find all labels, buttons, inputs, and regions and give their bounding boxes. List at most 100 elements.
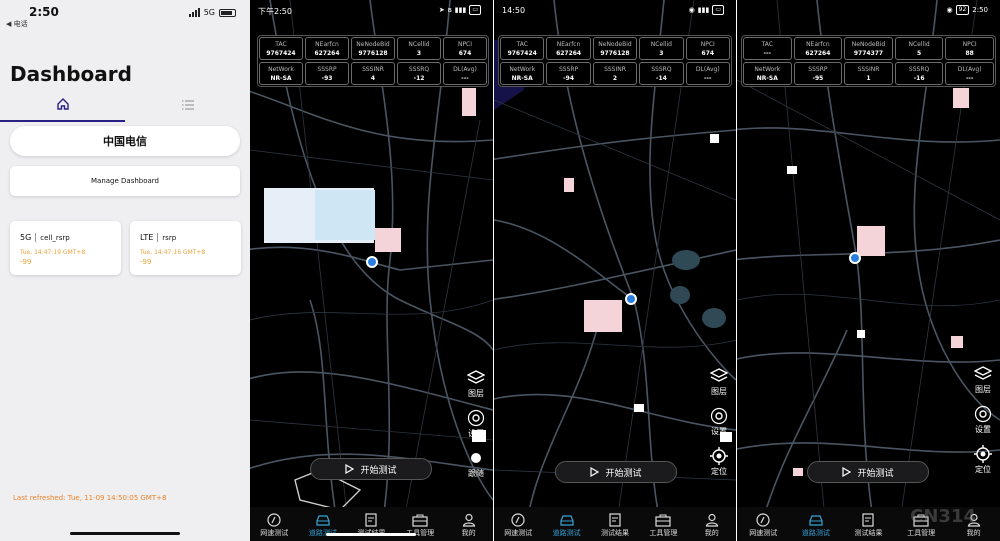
status-bar: 2:50 ◀ 电话 5G bbox=[0, 0, 250, 30]
nav-my[interactable]: 我的 bbox=[689, 513, 734, 538]
status-time: 2:50 bbox=[29, 5, 59, 19]
layers-icon bbox=[467, 370, 485, 384]
cell-info-grid: TAC --- NEarfcn 627264 NeNodeBid 9774377 NC… bbox=[741, 35, 996, 87]
map-tools: 图层 设置 定位 bbox=[973, 364, 993, 484]
layers-button[interactable]: 图层 bbox=[466, 368, 486, 399]
speed-icon bbox=[756, 513, 770, 527]
location-icon: ◉ bbox=[688, 6, 695, 14]
nav-road-test[interactable]: 道路测试 bbox=[793, 513, 838, 538]
cell-info-item: SSSINR 2 bbox=[592, 62, 638, 85]
start-test-button[interactable]: 开始测试 bbox=[555, 461, 677, 483]
checklist-icon bbox=[609, 513, 621, 527]
cell-info-item: DL(Avg) --- bbox=[443, 62, 487, 85]
battery-icon bbox=[219, 8, 236, 17]
user-icon bbox=[705, 513, 718, 527]
layers-icon bbox=[974, 366, 992, 380]
cell-info-item: NeNodeBid 9774377 bbox=[844, 37, 893, 60]
nav-tool-management[interactable]: 工具管理 bbox=[641, 513, 686, 538]
cell-info-item: SSSINR 4 bbox=[351, 62, 395, 85]
nav-road-test[interactable]: 道路测试 bbox=[544, 513, 589, 538]
last-refreshed: Last refreshed: Tue, 11-09 14:50:05 GMT+… bbox=[13, 494, 167, 502]
home-indicator bbox=[326, 533, 416, 536]
watermark: CN314 bbox=[910, 506, 976, 527]
play-icon bbox=[842, 467, 852, 477]
dashboard-tabs bbox=[0, 88, 250, 124]
settings-button[interactable]: 设置 bbox=[973, 404, 993, 435]
user-icon bbox=[462, 513, 475, 527]
cell-info-item: SSSRP -95 bbox=[793, 62, 843, 85]
cell-info-item: NetWork NR-SA bbox=[500, 62, 545, 85]
current-location-marker bbox=[849, 252, 861, 264]
play-icon bbox=[345, 464, 355, 474]
tab-list[interactable] bbox=[125, 88, 250, 122]
status-bar: 14:50 ◉ ▮▮▮ ▭ bbox=[494, 0, 736, 20]
cell-info-item: NEarfcn 627264 bbox=[305, 37, 349, 60]
nav-test-results[interactable]: 测试结果 bbox=[592, 513, 637, 538]
nav-speed-test[interactable]: 网速测试 bbox=[252, 513, 297, 538]
bluetooth-icon: ʙ bbox=[447, 6, 452, 14]
signal-icon bbox=[188, 8, 200, 17]
page-title: Dashboard bbox=[10, 62, 132, 86]
metric-card-5g[interactable]: 5G cell_rsrp Tue, 14:47:19 GMT+8 -99 bbox=[10, 221, 121, 275]
layers-button[interactable]: 图层 bbox=[973, 364, 993, 395]
card-metric: cell_rsrp bbox=[40, 233, 70, 242]
car-icon bbox=[809, 515, 823, 526]
card-metric: rsrp bbox=[162, 233, 177, 242]
cell-info-item: NCellid 5 bbox=[894, 37, 944, 60]
tab-home[interactable] bbox=[0, 88, 125, 122]
start-test-button[interactable]: 开始测试 bbox=[807, 461, 929, 483]
network-type: 5G bbox=[203, 8, 215, 17]
start-test-button[interactable]: 开始测试 bbox=[310, 458, 432, 480]
locate-button[interactable]: 定位 bbox=[709, 446, 729, 477]
settings-button[interactable]: 设置 bbox=[466, 408, 486, 439]
location-icon: ◉ bbox=[946, 6, 953, 14]
nav-speed-test[interactable]: 网速测试 bbox=[741, 513, 786, 538]
cell-info-item: NCellid 3 bbox=[639, 37, 684, 60]
card-value: -99 bbox=[140, 258, 152, 266]
follow-button[interactable]: 跟随 bbox=[466, 448, 486, 479]
map-screen-1: 下午2:50 ➤ ʙ ▮▮▮ ▭ TAC 9767424 NEarfcn 627264 N… bbox=[250, 0, 493, 541]
cell-info-item: NetWork NR-SA bbox=[259, 62, 303, 85]
cell-info-item: SSSRP -94 bbox=[546, 62, 591, 85]
cell-info-item: NEarfcn 627264 bbox=[793, 37, 843, 60]
gear-icon bbox=[974, 405, 992, 423]
speed-icon bbox=[511, 513, 525, 527]
locate-button[interactable]: 定位 bbox=[973, 444, 993, 475]
metric-card-lte[interactable]: LTE rsrp Tue, 14:47:16 GMT+8 -99 bbox=[130, 221, 241, 275]
cell-info-item: DL(Avg) --- bbox=[685, 62, 730, 85]
nav-test-results[interactable]: 测试结果 bbox=[846, 513, 891, 538]
card-tech: LTE bbox=[140, 233, 154, 242]
toolbox-icon bbox=[412, 514, 428, 527]
cell-info-item: TAC 9767424 bbox=[500, 37, 545, 60]
location-icon: ➤ bbox=[438, 6, 445, 14]
cell-info-item: SSSRP -93 bbox=[305, 62, 349, 85]
bottom-nav: 网速测试 道路测试 测试结果 工具管理 我的 bbox=[494, 507, 736, 541]
carrier-selector[interactable]: 中国电信 bbox=[10, 126, 240, 156]
manage-dashboard-button[interactable]: Manage Dashboard bbox=[10, 166, 240, 196]
card-tech: 5G bbox=[20, 233, 32, 242]
back-to-phone-link[interactable]: ◀ 电话 bbox=[6, 19, 28, 29]
signal-icon: ▮▮▮ bbox=[697, 6, 710, 14]
checklist-icon bbox=[862, 513, 875, 527]
crosshair-icon bbox=[710, 447, 728, 465]
layers-button[interactable]: 图层 bbox=[709, 366, 729, 397]
list-icon bbox=[181, 100, 194, 110]
current-location-marker bbox=[625, 293, 637, 305]
cell-info-item: SSSRQ -12 bbox=[397, 62, 441, 85]
cell-info-item: SSSRQ -14 bbox=[639, 62, 684, 85]
cell-info-item: TAC --- bbox=[743, 37, 792, 60]
settings-button[interactable]: 设置 bbox=[709, 406, 729, 437]
map-screen-2: 14:50 ◉ ▮▮▮ ▭ TAC 9767424 NEarfcn 627264 NeN… bbox=[494, 0, 736, 541]
cell-info-grid: TAC 9767424 NEarfcn 627264 NeNodeBid 977612… bbox=[498, 35, 732, 87]
battery-icon: ▭ bbox=[712, 5, 724, 15]
home-indicator bbox=[70, 532, 180, 535]
crosshair-icon bbox=[974, 445, 992, 463]
cell-info-item: TAC 9767424 bbox=[259, 37, 303, 60]
status-bar: 下午2:50 ➤ ʙ ▮▮▮ ▭ bbox=[250, 0, 493, 20]
cell-info-item: NPCI 674 bbox=[443, 37, 487, 60]
nav-my[interactable]: 我的 bbox=[446, 513, 491, 538]
card-value: -99 bbox=[20, 258, 32, 266]
nav-speed-test[interactable]: 网速测试 bbox=[496, 513, 541, 538]
map-tools: 图层 设置 定位 bbox=[709, 366, 729, 486]
status-time: 2:50 bbox=[972, 6, 988, 14]
